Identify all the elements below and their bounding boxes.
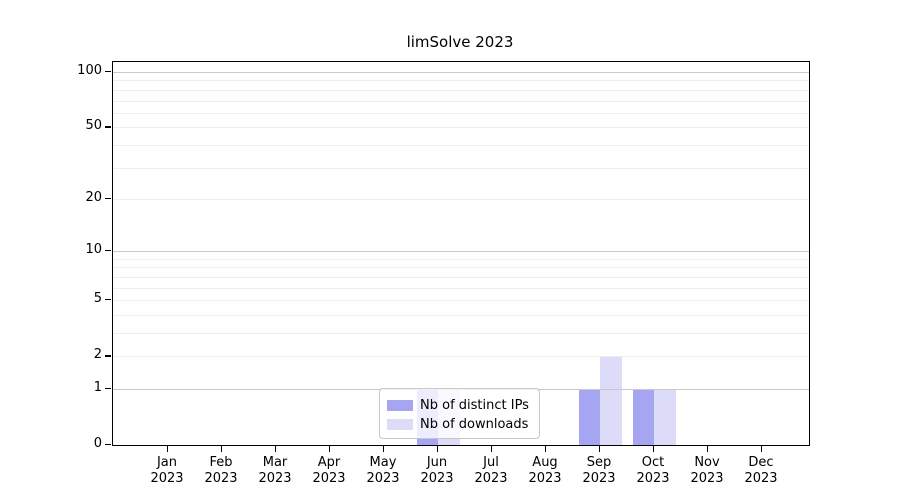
y-axis-tick <box>105 444 111 445</box>
y-tick-label: 1 <box>20 380 102 396</box>
x-tick-label-dec: Dec2023 <box>729 455 793 487</box>
y-axis-tick <box>105 355 111 356</box>
gridline-minor <box>113 300 809 301</box>
gridline-major <box>113 251 809 252</box>
gridline-minor <box>113 315 809 316</box>
y-tick-label: 50 <box>20 118 102 134</box>
gridline-major <box>113 72 809 73</box>
x-axis-tick <box>383 446 384 452</box>
y-tick-label: 2 <box>20 347 102 363</box>
y-axis-tick <box>105 198 111 199</box>
legend: Nb of distinct IPs Nb of downloads <box>379 388 540 439</box>
x-axis-tick <box>275 446 276 452</box>
gridline-minor <box>113 145 809 146</box>
legend-item: Nb of downloads <box>387 415 532 434</box>
legend-label: Nb of downloads <box>420 417 528 432</box>
x-axis-tick <box>437 446 438 452</box>
bar-nb-of-distinct-ips-oct <box>633 389 655 445</box>
y-axis-tick <box>105 71 111 72</box>
x-axis-tick <box>167 446 168 452</box>
bar-nb-of-distinct-ips-sep <box>579 389 601 445</box>
bar-nb-of-downloads-sep <box>600 356 622 445</box>
gridline-minor <box>113 356 809 357</box>
x-axis-tick <box>653 446 654 452</box>
y-tick-label: 5 <box>20 291 102 307</box>
y-axis-tick <box>105 250 111 251</box>
x-axis-tick <box>545 446 546 452</box>
y-tick-label: 0 <box>20 436 102 452</box>
y-axis-tick <box>105 299 111 300</box>
x-axis-tick <box>491 446 492 452</box>
x-axis-tick <box>761 446 762 452</box>
gridline-minor <box>113 259 809 260</box>
x-axis-tick <box>329 446 330 452</box>
gridline-minor <box>113 199 809 200</box>
gridline-minor <box>113 267 809 268</box>
legend-swatch-icon <box>387 419 413 430</box>
gridline-minor <box>113 333 809 334</box>
y-tick-label: 100 <box>20 63 102 79</box>
gridline-minor <box>113 277 809 278</box>
chart-title: limSolve 2023 <box>112 33 808 51</box>
gridline-minor <box>113 90 809 91</box>
x-tick-month: Dec <box>729 455 793 471</box>
y-tick-label: 20 <box>20 190 102 206</box>
legend-swatch-icon <box>387 400 413 411</box>
y-tick-label: 10 <box>20 242 102 258</box>
gridline-minor <box>113 288 809 289</box>
gridline-minor <box>113 127 809 128</box>
x-axis-tick <box>707 446 708 452</box>
legend-label: Nb of distinct IPs <box>420 398 529 413</box>
bar-nb-of-downloads-oct <box>654 389 676 445</box>
y-axis-tick <box>105 388 111 389</box>
gridline-minor <box>113 168 809 169</box>
legend-item: Nb of distinct IPs <box>387 396 532 415</box>
gridline-minor <box>113 113 809 114</box>
gridline-minor <box>113 80 809 81</box>
x-axis-tick <box>599 446 600 452</box>
x-tick-year: 2023 <box>729 471 793 487</box>
x-axis-tick <box>221 446 222 452</box>
gridline-minor <box>113 101 809 102</box>
chart-figure: limSolve 2023 1005020105210Jan2023Feb202… <box>0 0 900 500</box>
y-axis-tick <box>105 126 111 127</box>
